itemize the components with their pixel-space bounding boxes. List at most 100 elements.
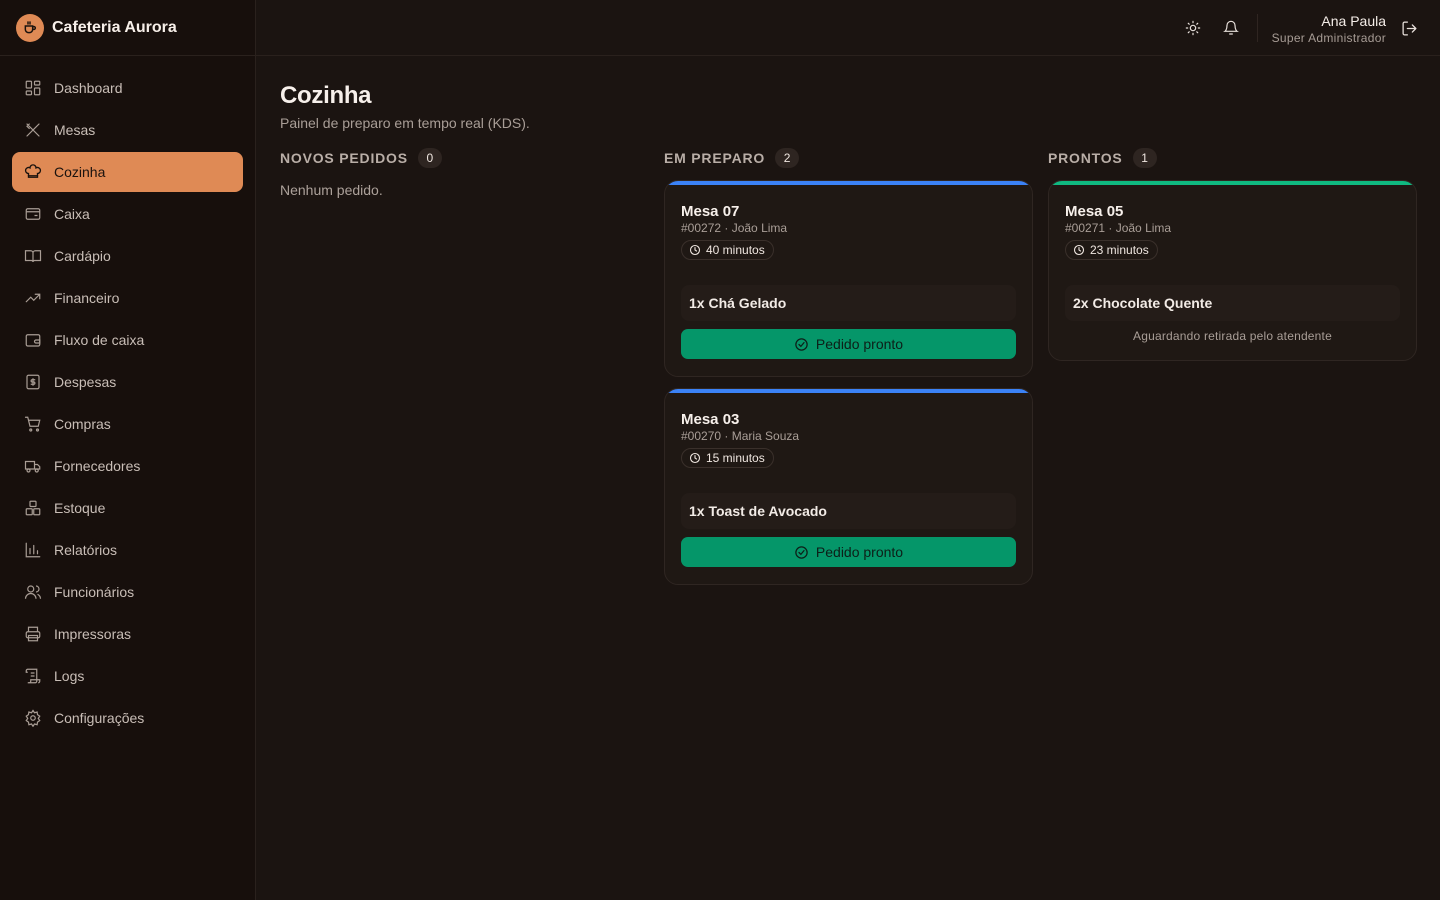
clock-icon xyxy=(1073,244,1085,256)
sun-icon xyxy=(1185,20,1201,36)
button-label: Pedido pronto xyxy=(815,336,904,352)
column-title: NOVOS PEDIDOS xyxy=(280,150,408,166)
sidebar-item-caixa[interactable]: Caixa xyxy=(12,194,243,234)
sidebar-item-label: Configurações xyxy=(54,710,145,726)
order-table: Mesa 07 xyxy=(681,203,740,220)
sidebar-item-funcionarios[interactable]: Funcionários xyxy=(12,572,243,612)
sidebar-item-label: Logs xyxy=(54,668,85,684)
sidebar-item-logs[interactable]: Logs xyxy=(12,656,243,696)
receipt-icon xyxy=(24,373,42,391)
wallet-icon xyxy=(24,331,42,349)
gear-icon xyxy=(24,709,42,727)
column-title: EM PREPARO xyxy=(664,150,766,166)
sidebar-item-cozinha[interactable]: Cozinha xyxy=(12,152,243,192)
order-ready-button[interactable]: Pedido pronto xyxy=(681,537,1016,567)
sidebar-item-label: Compras xyxy=(54,416,111,432)
order-item: 1x Chá Gelado xyxy=(681,285,1016,321)
user-name: Ana Paula xyxy=(1321,13,1386,29)
empty-state: Nenhum pedido. xyxy=(280,182,383,198)
order-ready-button[interactable]: Pedido pronto xyxy=(681,329,1016,359)
status-bar xyxy=(665,181,1032,185)
order-table: Mesa 05 xyxy=(1065,203,1124,220)
chef-hat-icon xyxy=(24,163,42,181)
order-table: Mesa 03 xyxy=(681,411,740,428)
sidebar-item-cardapio[interactable]: Cardápio xyxy=(12,236,243,276)
sidebar-item-estoque[interactable]: Estoque xyxy=(12,488,243,528)
coffee-cup-icon xyxy=(16,13,44,42)
sidebar-item-despesas[interactable]: Despesas xyxy=(12,362,243,402)
count-badge: 1 xyxy=(1132,148,1157,168)
order-meta: #00271 · João Lima xyxy=(1065,221,1172,235)
timer-text: 15 minutos xyxy=(706,451,765,465)
column-header: EM PREPARO 2 xyxy=(664,148,1033,168)
order-card: Mesa 05 #00271 · João Lima 23 minutos 2x… xyxy=(1048,180,1417,361)
column-new-orders: NOVOS PEDIDOS 0 Nenhum pedido. xyxy=(280,148,649,198)
register-icon xyxy=(24,205,42,223)
order-item: 2x Chocolate Quente xyxy=(1065,285,1400,321)
column-title: PRONTOS xyxy=(1048,150,1123,166)
order-status-text: Aguardando retirada pelo atendente xyxy=(1133,329,1332,343)
sidebar-item-dashboard[interactable]: Dashboard xyxy=(12,68,243,108)
cart-icon xyxy=(24,415,42,433)
sidebar-item-label: Despesas xyxy=(54,374,117,390)
sidebar-item-label: Caixa xyxy=(54,206,90,222)
boxes-icon xyxy=(24,499,42,517)
user-role: Super Administrador xyxy=(1271,31,1386,45)
status-bar xyxy=(1049,181,1416,185)
sidebar-item-label: Estoque xyxy=(54,500,106,516)
sidebar: Cafeteria Aurora Dashboard Mesas Cozinha… xyxy=(0,0,256,900)
sidebar-item-mesas[interactable]: Mesas xyxy=(12,110,243,150)
sidebar-item-impressoras[interactable]: Impressoras xyxy=(12,614,243,654)
order-item: 1x Toast de Avocado xyxy=(681,493,1016,529)
sidebar-item-label: Fluxo de caixa xyxy=(54,332,145,348)
app-name: Cafeteria Aurora xyxy=(52,18,177,36)
sidebar-item-label: Fornecedores xyxy=(54,458,141,474)
scroll-icon xyxy=(24,667,42,685)
sidebar-item-label: Funcionários xyxy=(54,584,135,600)
timer-badge: 23 minutos xyxy=(1065,240,1158,260)
sidebar-item-compras[interactable]: Compras xyxy=(12,404,243,444)
sidebar-item-financeiro[interactable]: Financeiro xyxy=(12,278,243,318)
topbar: Ana Paula Super Administrador xyxy=(256,0,1440,56)
sidebar-item-label: Relatórios xyxy=(54,542,118,558)
column-ready: PRONTOS 1 xyxy=(1048,148,1417,168)
timer-text: 23 minutos xyxy=(1090,243,1149,257)
utensils-icon xyxy=(24,121,42,139)
order-card: Mesa 07 #00272 · João Lima 40 minutos 1x… xyxy=(664,180,1033,377)
brand[interactable]: Cafeteria Aurora xyxy=(0,0,255,56)
sidebar-item-label: Dashboard xyxy=(54,80,123,96)
sidebar-item-label: Impressoras xyxy=(54,626,132,642)
clock-icon xyxy=(689,452,701,464)
dashboard-icon xyxy=(24,79,42,97)
button-label: Pedido pronto xyxy=(815,544,904,560)
sidebar-item-label: Financeiro xyxy=(54,290,120,306)
count-badge: 2 xyxy=(775,148,800,168)
timer-badge: 15 minutos xyxy=(681,448,774,468)
column-preparing: EM PREPARO 2 xyxy=(664,148,1033,168)
logout-button[interactable] xyxy=(1398,17,1420,39)
book-icon xyxy=(24,247,42,265)
bell-icon xyxy=(1223,20,1239,35)
order-meta: #00272 · João Lima xyxy=(681,221,788,235)
order-card: Mesa 03 #00270 · Maria Souza 15 minutos … xyxy=(664,388,1033,585)
sidebar-item-label: Mesas xyxy=(54,122,96,138)
sidebar-item-relatorios[interactable]: Relatórios xyxy=(12,530,243,570)
logout-icon xyxy=(1401,20,1417,36)
sidebar-item-fornecedores[interactable]: Fornecedores xyxy=(12,446,243,486)
sidebar-nav: Dashboard Mesas Cozinha Caixa Cardápio F… xyxy=(0,56,255,738)
page-subtitle: Painel de preparo em tempo real (KDS). xyxy=(280,115,530,131)
sidebar-item-label: Cardápio xyxy=(54,248,111,264)
column-header: NOVOS PEDIDOS 0 xyxy=(280,148,649,168)
page-title: Cozinha xyxy=(280,82,372,109)
column-header: PRONTOS 1 xyxy=(1048,148,1417,168)
clock-icon xyxy=(689,244,701,256)
sidebar-item-label: Cozinha xyxy=(54,164,106,180)
timer-text: 40 minutos xyxy=(706,243,765,257)
check-circle-icon xyxy=(795,545,808,559)
sidebar-item-fluxo-de-caixa[interactable]: Fluxo de caixa xyxy=(12,320,243,360)
divider xyxy=(1257,14,1258,42)
bar-chart-icon xyxy=(24,541,42,559)
notifications-button[interactable] xyxy=(1220,17,1242,39)
theme-toggle-button[interactable] xyxy=(1182,17,1204,39)
sidebar-item-configuracoes[interactable]: Configurações xyxy=(12,698,243,738)
